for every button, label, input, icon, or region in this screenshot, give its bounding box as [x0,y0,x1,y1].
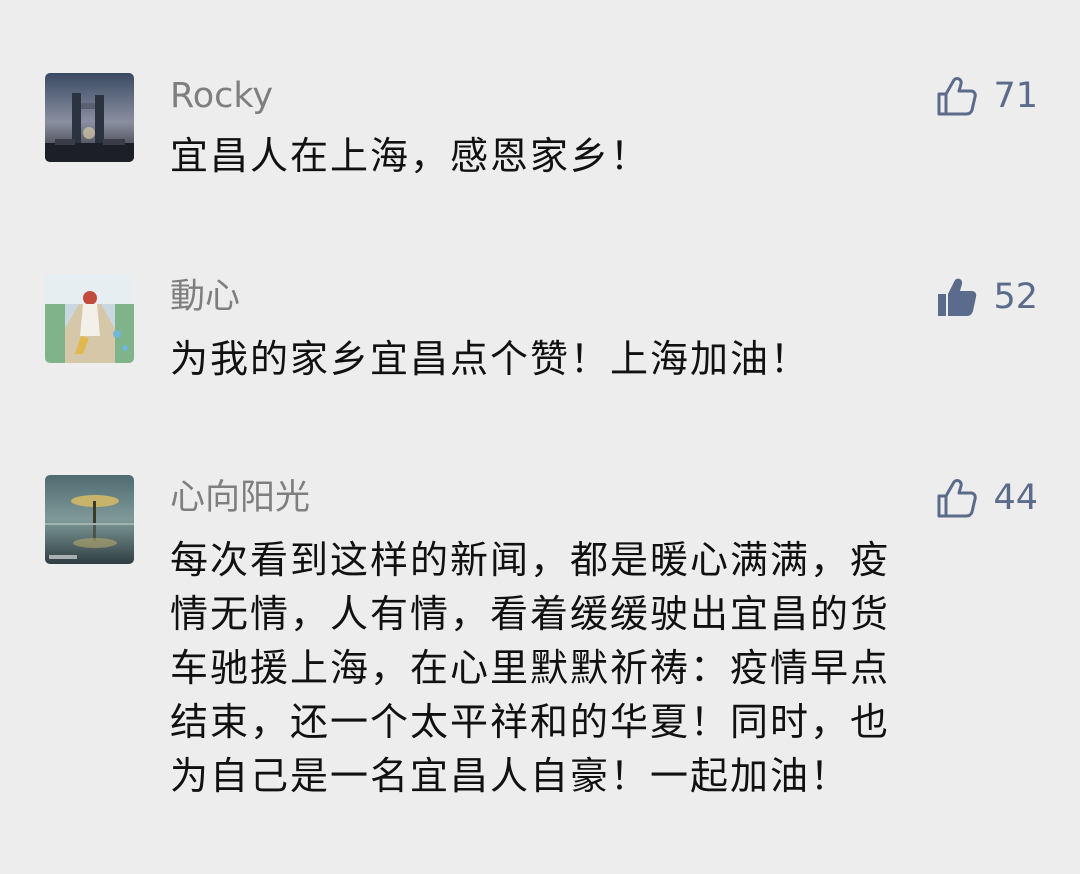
comment-text: 宜昌人在上海，感恩家乡！ [170,134,651,178]
thumbs-up-filled-icon [938,278,977,316]
avatar[interactable] [45,274,134,363]
comment-text-line: 情无情，人有情，看着缓缓驶出宜昌的货 [170,592,891,636]
like-count: 71 [993,76,1038,116]
comment-text: 为我的家乡宜昌点个赞！上海加油！ [170,337,811,381]
comment-text: 每次看到这样的新闻，都是暖心满满，疫 情无情，人有情，看着缓缓驶出宜昌的货 车驰… [170,533,1030,803]
avatar[interactable] [45,73,134,162]
comment-username[interactable]: Rocky [170,73,273,119]
thumbs-up-outline-icon [937,479,978,518]
comment-text-line: 每次看到这样的新闻，都是暖心满满，疫 [170,538,891,582]
comment-item: 心向阳光 44 每次看到这样的新闻，都是暖心满满，疫 情无情，人有情，看着缓缓驶… [0,475,1080,845]
comment-item: Rocky 71 宜昌人在上海，感恩家乡！ [0,73,1080,193]
comment-username[interactable]: 動心 [170,274,240,320]
avatar-tree-reflection-image [45,475,134,564]
like-button[interactable]: 52 [935,274,1038,320]
comment-text-line: 车驰援上海，在心里默默祈祷：疫情早点 [170,646,891,690]
like-count: 44 [993,478,1038,518]
like-button[interactable]: 44 [935,475,1038,521]
comment-username[interactable]: 心向阳光 [170,475,310,521]
thumbs-up-outline-icon [937,77,978,116]
comment-text-line: 结束，还一个太平祥和的华夏！同时，也 [170,700,891,744]
comment-text-line: 为自己是一名宜昌人自豪！一起加油！ [170,754,851,798]
like-count: 52 [993,277,1038,317]
avatar[interactable] [45,475,134,564]
avatar-person-road-image [45,274,134,363]
like-button[interactable]: 71 [935,73,1038,119]
comment-item: 動心 52 为我的家乡宜昌点个赞！上海加油！ [0,274,1080,394]
avatar-city-towers-image [45,73,134,162]
